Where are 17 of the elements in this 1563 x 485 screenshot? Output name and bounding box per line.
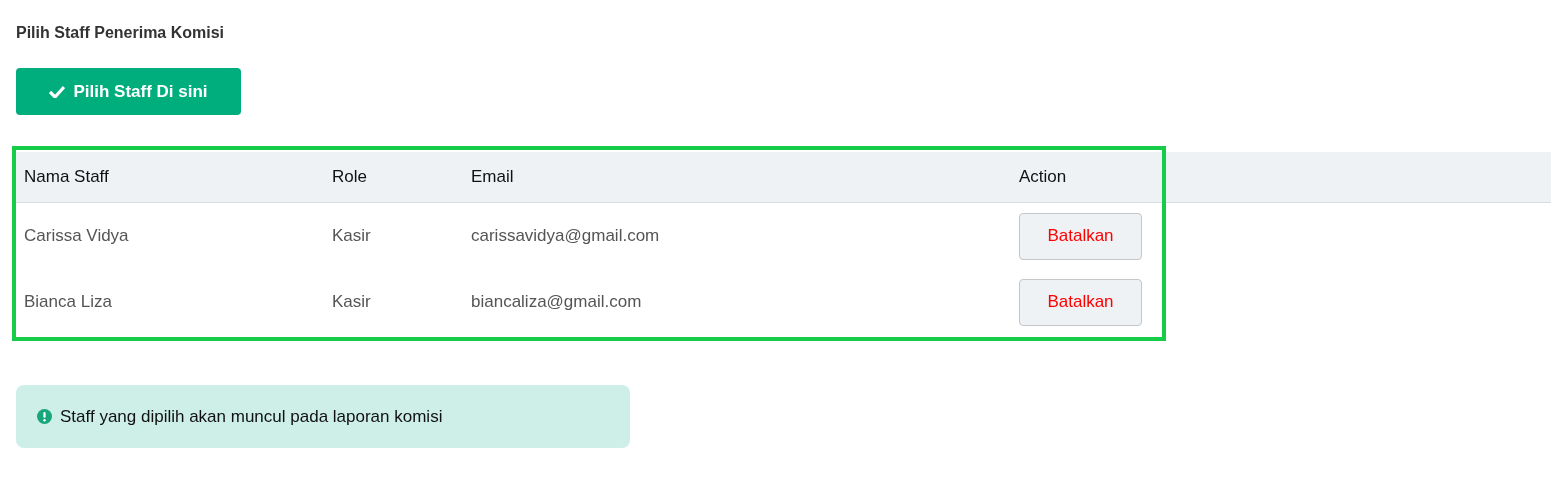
exclamation-icon — [37, 409, 52, 424]
select-staff-button[interactable]: Pilih Staff Di sini — [16, 68, 241, 115]
column-header: Nama Staff — [23, 167, 109, 187]
alert-text: Staff yang dipilih akan muncul pada laporan komisi — [60, 406, 443, 427]
cancel-button[interactable]: Batalkan — [1019, 212, 1142, 260]
table-cell-text: carissavidya@gmail.com — [470, 226, 660, 246]
table-cell-text: Kasir — [331, 226, 371, 246]
table-cell-text: Kasir — [331, 292, 371, 312]
column-header: Role — [331, 167, 367, 187]
table-cell-text: Carissa Vidya — [23, 226, 129, 246]
table-cell-text: Bianca Liza — [23, 292, 112, 312]
cancel-button[interactable]: Batalkan — [1019, 278, 1142, 326]
table-cell-text: biancaliza@gmail.com — [470, 292, 642, 312]
checkmark-icon — [49, 85, 66, 98]
column-header: Email — [470, 167, 514, 187]
column-header: Action — [1018, 167, 1067, 187]
section-heading: Pilih Staff Penerima Komisi — [16, 24, 225, 42]
